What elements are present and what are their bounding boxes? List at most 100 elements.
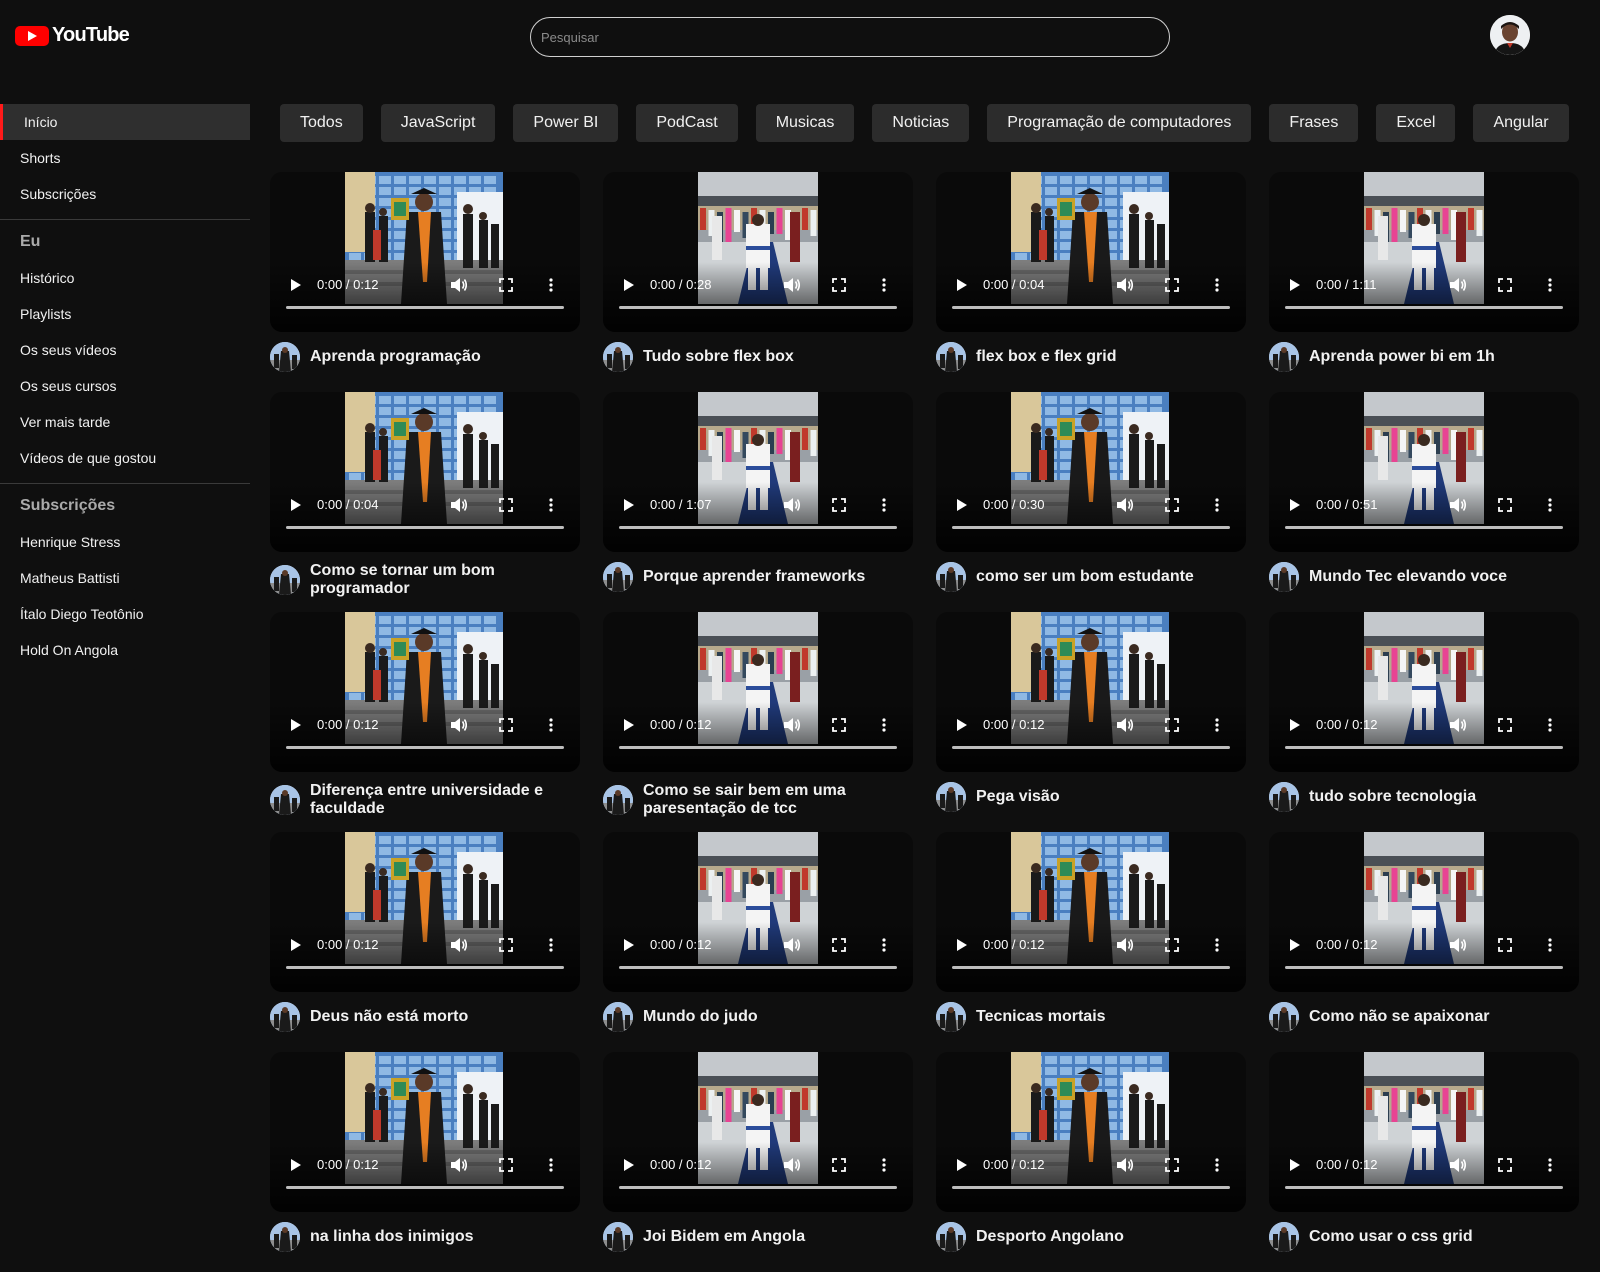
- more-options-icon[interactable]: [1548, 936, 1552, 954]
- more-options-icon[interactable]: [549, 1156, 553, 1174]
- more-options-icon[interactable]: [549, 496, 553, 514]
- sidebar-item[interactable]: Subscrições: [0, 176, 250, 212]
- volume-icon[interactable]: [1449, 276, 1467, 294]
- channel-avatar[interactable]: [603, 1222, 633, 1252]
- video-title[interactable]: como ser um bom estudante: [976, 568, 1194, 586]
- channel-avatar[interactable]: [270, 785, 300, 815]
- fullscreen-icon[interactable]: [499, 276, 513, 294]
- video-title[interactable]: flex box e flex grid: [976, 348, 1116, 366]
- more-options-icon[interactable]: [1215, 936, 1219, 954]
- play-icon[interactable]: [1289, 496, 1301, 514]
- sidebar-item[interactable]: Os seus vídeos: [0, 332, 250, 368]
- sidebar-item[interactable]: Histórico: [0, 260, 250, 296]
- more-options-icon[interactable]: [1548, 496, 1552, 514]
- video-title[interactable]: Como se tornar um bom programador: [310, 562, 580, 598]
- channel-avatar[interactable]: [270, 1002, 300, 1032]
- play-icon[interactable]: [623, 276, 635, 294]
- play-icon[interactable]: [1289, 1156, 1301, 1174]
- video-player[interactable]: 0:00 / 1:07: [603, 392, 913, 552]
- category-chip[interactable]: Excel: [1376, 104, 1456, 142]
- category-chip[interactable]: PodCast: [636, 104, 738, 142]
- more-options-icon[interactable]: [1548, 716, 1552, 734]
- video-player[interactable]: 0:00 / 0:12: [270, 612, 580, 772]
- fullscreen-icon[interactable]: [499, 936, 513, 954]
- video-title[interactable]: Como não se apaixonar: [1309, 1008, 1490, 1026]
- video-player[interactable]: 0:00 / 0:12: [936, 612, 1246, 772]
- fullscreen-icon[interactable]: [1165, 496, 1179, 514]
- channel-avatar[interactable]: [936, 342, 966, 372]
- volume-icon[interactable]: [783, 276, 801, 294]
- play-icon[interactable]: [290, 276, 302, 294]
- channel-avatar[interactable]: [1269, 342, 1299, 372]
- volume-icon[interactable]: [1116, 716, 1134, 734]
- progress-bar[interactable]: [286, 746, 564, 749]
- video-title[interactable]: Deus não está morto: [310, 1008, 468, 1026]
- video-player[interactable]: 0:00 / 0:12: [270, 172, 580, 332]
- play-icon[interactable]: [956, 276, 968, 294]
- progress-bar[interactable]: [952, 526, 1230, 529]
- progress-bar[interactable]: [952, 306, 1230, 309]
- video-title[interactable]: Tecnicas mortais: [976, 1008, 1106, 1026]
- volume-icon[interactable]: [1116, 1156, 1134, 1174]
- category-chip[interactable]: Power BI: [513, 104, 619, 142]
- video-title[interactable]: Joi Bidem em Angola: [643, 1228, 805, 1246]
- fullscreen-icon[interactable]: [499, 716, 513, 734]
- fullscreen-icon[interactable]: [499, 1156, 513, 1174]
- fullscreen-icon[interactable]: [1498, 1156, 1512, 1174]
- video-title[interactable]: na linha dos inimigos: [310, 1228, 474, 1246]
- play-icon[interactable]: [1289, 276, 1301, 294]
- channel-avatar[interactable]: [603, 562, 633, 592]
- channel-avatar[interactable]: [936, 1002, 966, 1032]
- sidebar-item[interactable]: Vídeos de que gostou: [0, 440, 250, 476]
- volume-icon[interactable]: [1116, 496, 1134, 514]
- fullscreen-icon[interactable]: [1498, 496, 1512, 514]
- fullscreen-icon[interactable]: [1165, 276, 1179, 294]
- subscription-item[interactable]: Ítalo Diego Teotônio: [0, 596, 250, 632]
- more-options-icon[interactable]: [882, 496, 886, 514]
- play-icon[interactable]: [623, 496, 635, 514]
- video-player[interactable]: 0:00 / 0:12: [270, 832, 580, 992]
- video-title[interactable]: tudo sobre tecnologia: [1309, 788, 1476, 806]
- channel-avatar[interactable]: [603, 785, 633, 815]
- more-options-icon[interactable]: [1215, 496, 1219, 514]
- more-options-icon[interactable]: [549, 716, 553, 734]
- video-title[interactable]: Diferença entre universidade e faculdade: [310, 782, 580, 818]
- volume-icon[interactable]: [783, 716, 801, 734]
- progress-bar[interactable]: [1285, 1186, 1563, 1189]
- subscription-item[interactable]: Henrique Stress: [0, 524, 250, 560]
- progress-bar[interactable]: [1285, 306, 1563, 309]
- category-chip[interactable]: Angular: [1473, 104, 1569, 142]
- play-icon[interactable]: [956, 1156, 968, 1174]
- volume-icon[interactable]: [783, 1156, 801, 1174]
- video-player[interactable]: 0:00 / 0:04: [270, 392, 580, 552]
- play-icon[interactable]: [623, 1156, 635, 1174]
- video-title[interactable]: Como se sair bem em uma paresentação de …: [643, 782, 913, 818]
- category-chip[interactable]: Programação de computadores: [987, 104, 1252, 142]
- channel-avatar[interactable]: [1269, 1222, 1299, 1252]
- video-player[interactable]: 0:00 / 0:12: [1269, 612, 1579, 772]
- video-title[interactable]: Como usar o css grid: [1309, 1228, 1473, 1246]
- channel-avatar[interactable]: [936, 562, 966, 592]
- more-options-icon[interactable]: [882, 1156, 886, 1174]
- play-icon[interactable]: [290, 1156, 302, 1174]
- subscription-item[interactable]: Hold On Angola: [0, 632, 250, 668]
- more-options-icon[interactable]: [882, 276, 886, 294]
- fullscreen-icon[interactable]: [1165, 1156, 1179, 1174]
- progress-bar[interactable]: [619, 526, 897, 529]
- video-player[interactable]: 0:00 / 0:28: [603, 172, 913, 332]
- category-chip[interactable]: Musicas: [755, 104, 855, 142]
- video-player[interactable]: 0:00 / 0:04: [936, 172, 1246, 332]
- video-title[interactable]: Pega visão: [976, 788, 1060, 806]
- volume-icon[interactable]: [450, 276, 468, 294]
- video-player[interactable]: 0:00 / 0:12: [603, 612, 913, 772]
- volume-icon[interactable]: [783, 936, 801, 954]
- volume-icon[interactable]: [450, 496, 468, 514]
- video-title[interactable]: Porque aprender frameworks: [643, 568, 865, 586]
- sidebar-item[interactable]: Início: [0, 104, 250, 140]
- play-icon[interactable]: [290, 496, 302, 514]
- play-icon[interactable]: [1289, 936, 1301, 954]
- fullscreen-icon[interactable]: [1498, 276, 1512, 294]
- channel-avatar[interactable]: [270, 565, 300, 595]
- more-options-icon[interactable]: [1215, 276, 1219, 294]
- video-title[interactable]: Aprenda programação: [310, 348, 481, 366]
